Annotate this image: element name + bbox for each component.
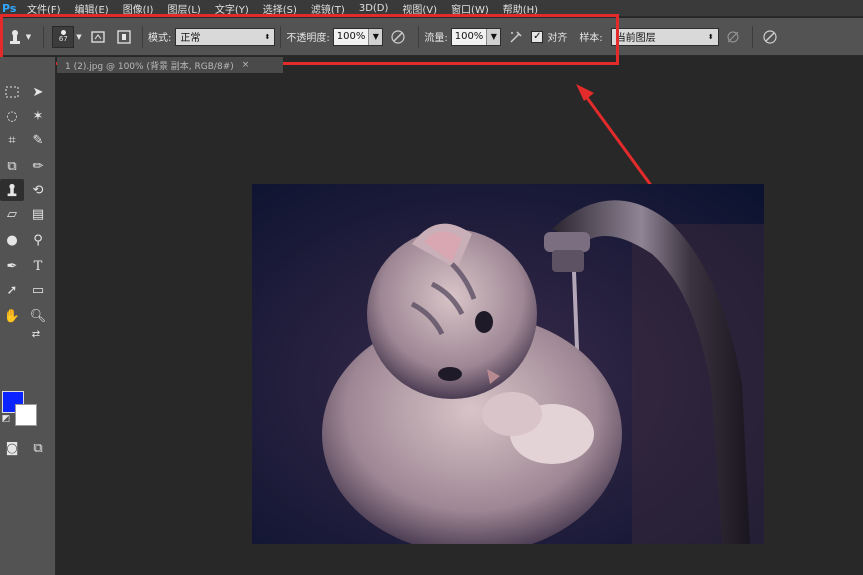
blur-drop-icon: ● — [6, 232, 18, 248]
shape-tool[interactable]: ▭ — [26, 279, 50, 301]
type-icon: T — [33, 258, 43, 274]
close-icon[interactable]: × — [242, 60, 250, 70]
bandage-icon: ⧉ — [7, 158, 17, 174]
dodge-tool[interactable]: ⚲ — [26, 229, 50, 251]
path-select-icon: ➚ — [6, 282, 18, 298]
marquee-tool[interactable] — [0, 81, 24, 103]
quick-mask-icon: ◙ — [5, 440, 19, 456]
crop-icon: ⌗ — [8, 132, 16, 148]
move-tool[interactable]: ➤ — [26, 81, 50, 103]
brush-tool[interactable]: ✏ — [26, 155, 50, 177]
dodge-icon: ⚲ — [33, 232, 43, 248]
hand-tool[interactable]: ✋ — [0, 305, 24, 327]
default-colors-button[interactable]: ◩ — [0, 413, 12, 425]
eyedropper-icon: ✎ — [32, 132, 44, 148]
eraser-icon: ▱ — [7, 206, 17, 222]
zoom-tool[interactable]: 🔍︎ — [26, 305, 50, 327]
magic-wand-icon: ✶ — [32, 108, 44, 124]
magic-wand-tool[interactable]: ✶ — [26, 105, 50, 127]
screen-mode-icon: ⧉ — [33, 440, 43, 456]
type-tool[interactable]: T — [26, 255, 50, 277]
path-selection-tool[interactable]: ➚ — [0, 279, 24, 301]
lasso-tool[interactable]: ◌ — [0, 105, 24, 127]
gradient-tool[interactable]: ▤ — [26, 203, 50, 225]
pen-icon: ✒ — [6, 258, 18, 274]
lasso-icon: ◌ — [6, 108, 18, 124]
gradient-icon: ▤ — [31, 206, 45, 222]
healing-brush-tool[interactable]: ⧉ — [0, 155, 24, 177]
clone-stamp-icon — [7, 183, 17, 197]
eraser-tool[interactable]: ▱ — [0, 203, 24, 225]
swap-colors-button[interactable]: ⇄ — [26, 327, 46, 341]
move-icon: ➤ — [32, 84, 44, 100]
document-title: 1 (2).jpg @ 100% (背景 副本, RGB/8#) — [65, 61, 234, 72]
hand-icon: ✋ — [3, 308, 21, 324]
eyedropper-tool[interactable]: ✎ — [26, 129, 50, 151]
background-color-swatch[interactable] — [15, 404, 37, 426]
document-tab[interactable]: 1 (2).jpg @ 100% (背景 副本, RGB/8#) × — [57, 57, 283, 73]
crop-tool[interactable]: ⌗ — [0, 129, 24, 151]
brush-icon: ✏ — [32, 158, 44, 174]
clone-stamp-tool[interactable] — [0, 179, 24, 201]
default-colors-icon: ◩ — [1, 414, 11, 424]
blur-tool[interactable]: ● — [0, 229, 24, 251]
swap-icon: ⇄ — [31, 328, 41, 340]
history-brush-tool[interactable]: ⟲ — [26, 179, 50, 201]
rectangle-icon: ▭ — [31, 282, 45, 298]
quick-mask-button[interactable]: ◙ — [0, 437, 24, 459]
zoom-icon: 🔍︎ — [29, 308, 47, 324]
screen-mode-button[interactable]: ⧉ — [26, 437, 50, 459]
rect-marquee-icon — [5, 86, 19, 98]
pen-tool[interactable]: ✒ — [0, 255, 24, 277]
canvas-image[interactable] — [252, 184, 764, 544]
tools-panel: ➤ ◌ ✶ ⌗ ✎ ⧉ ✏ ⟲ ▱ ▤ ● ⚲ ✒ T ➚ ▭ ✋ 🔍︎ ⇄ ◩… — [0, 57, 56, 575]
history-brush-icon: ⟲ — [32, 182, 44, 198]
